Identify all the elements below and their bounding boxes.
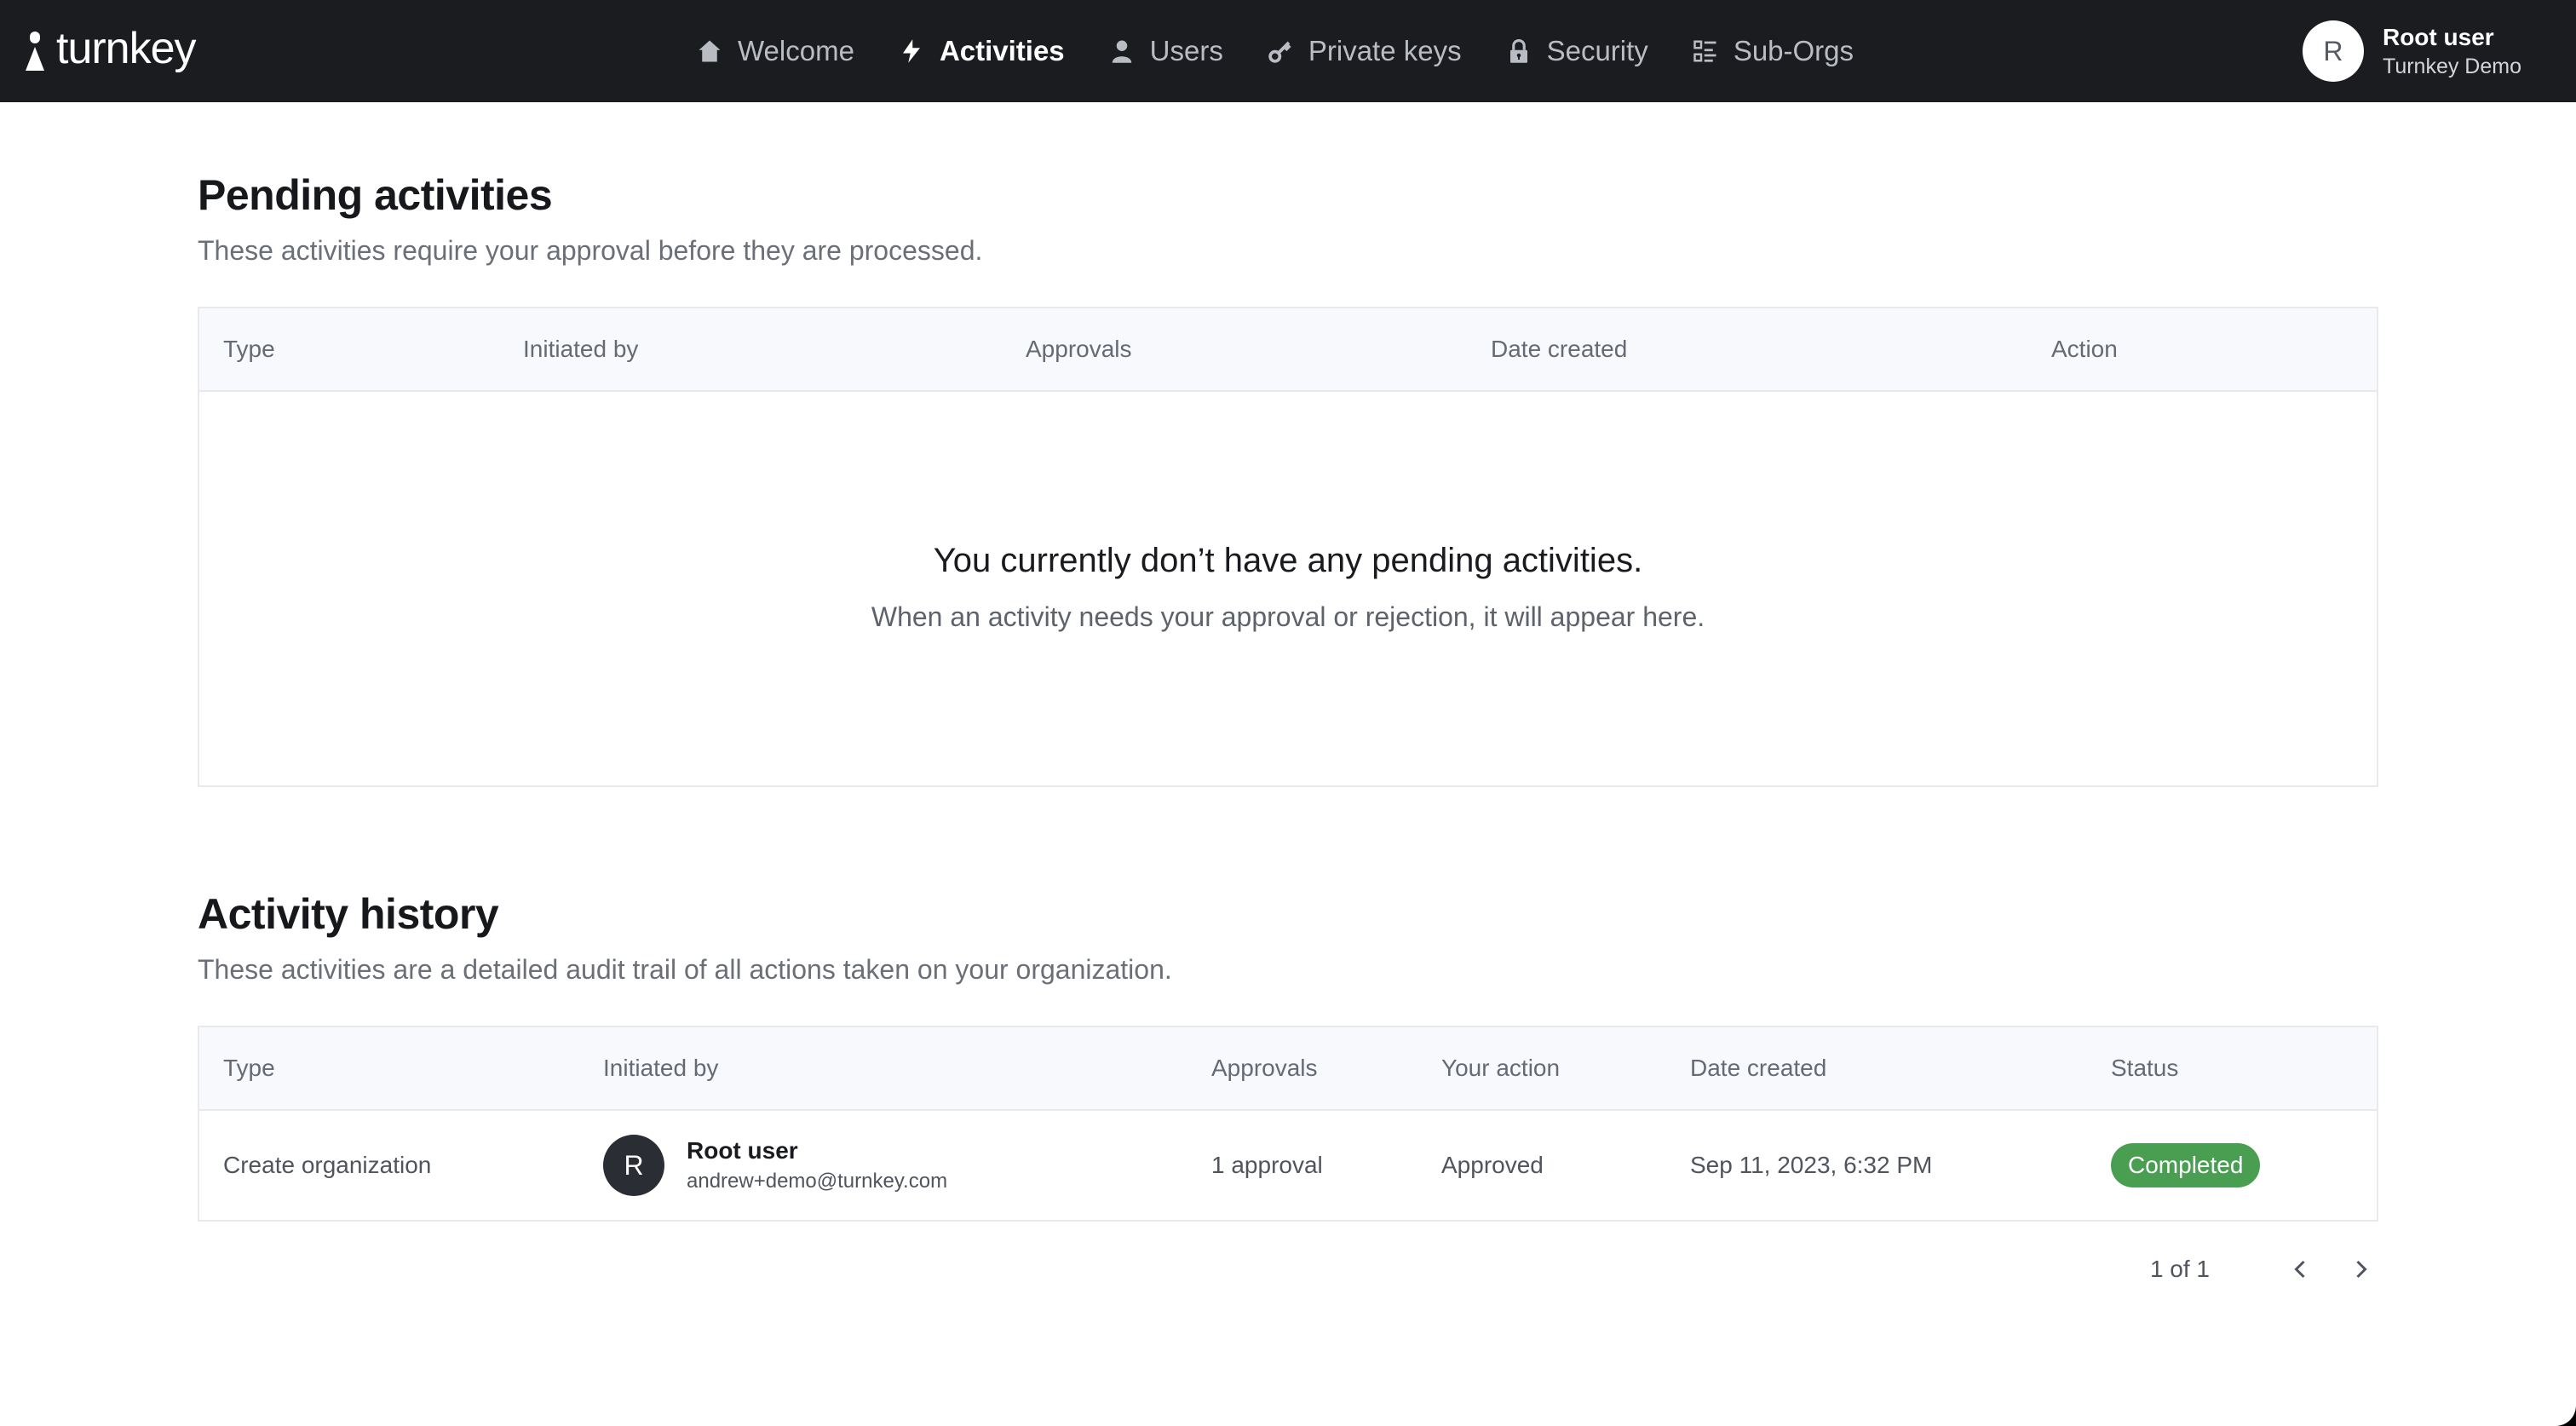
cell-type: Create organization — [223, 1152, 432, 1178]
column-header-approvals: Approvals — [1026, 336, 1132, 362]
cell-your-action: Approved — [1441, 1152, 1544, 1178]
chevron-right-icon — [2356, 1260, 2367, 1279]
nav-item-sub-orgs[interactable]: Sub-Orgs — [1693, 35, 1854, 67]
next-page-button[interactable] — [2344, 1252, 2378, 1286]
nav-item-label: Activities — [939, 35, 1065, 66]
initiator-name: Root user — [687, 1137, 798, 1164]
pending-subtitle: These activities require your approval b… — [198, 235, 983, 266]
pending-table: Type Initiated by Approvals Date created… — [198, 307, 2378, 787]
lightning-icon — [899, 37, 924, 65]
home-icon — [697, 37, 722, 65]
avatar: R — [2302, 20, 2364, 82]
cell-initiated-by: R Root user andrew+demo@turnkey.com — [603, 1111, 947, 1220]
nav-item-label: Private keys — [1308, 35, 1462, 66]
column-header-your-action: Your action — [1441, 1055, 1561, 1081]
column-header-type: Type — [223, 1055, 275, 1081]
column-header-status: Status — [2111, 1055, 2179, 1081]
history-subtitle: These activities are a detailed audit tr… — [198, 954, 1172, 985]
account-menu[interactable]: R Root user Turnkey Demo — [2302, 19, 2521, 83]
key-icon — [1268, 37, 1293, 65]
chevron-left-icon — [2294, 1260, 2305, 1279]
user-icon — [1109, 37, 1135, 65]
nav-item-label: Sub-Orgs — [1733, 35, 1854, 66]
history-table: Type Initiated by Approvals Your action … — [198, 1026, 2378, 1222]
lock-icon — [1506, 37, 1532, 65]
cell-approvals: 1 approval — [1211, 1152, 1323, 1178]
status-badge: Completed — [2111, 1143, 2261, 1187]
turnkey-logo-icon — [26, 32, 44, 71]
nav-item-activities[interactable]: Activities — [899, 35, 1065, 67]
pagination-label: 1 of 1 — [2149, 1256, 2210, 1282]
empty-state-subtitle: When an activity needs your approval or … — [871, 601, 1705, 632]
nav-item-label: Security — [1546, 35, 1648, 66]
previous-page-button[interactable] — [2283, 1252, 2317, 1286]
pending-table-header: Type Initiated by Approvals Date created… — [199, 308, 2377, 392]
account-organization: Turnkey Demo — [2382, 54, 2521, 78]
column-header-initiated-by: Initiated by — [523, 336, 639, 362]
nav-item-label: Welcome — [738, 35, 854, 66]
main-nav: Welcome Activities Users Private keys Se… — [697, 0, 1854, 102]
nav-item-security[interactable]: Security — [1506, 35, 1648, 67]
activity-history-section: Activity history These activities are a … — [198, 889, 2378, 1222]
column-header-initiated-by: Initiated by — [603, 1055, 719, 1081]
nav-item-label: Users — [1149, 35, 1223, 66]
account-text: Root user Turnkey Demo — [2383, 24, 2521, 79]
column-header-date-created: Date created — [1690, 1055, 1827, 1081]
pending-title: Pending activities — [198, 171, 553, 219]
history-table-header: Type Initiated by Approvals Your action … — [199, 1027, 2377, 1111]
avatar: R — [603, 1135, 664, 1196]
list-icon — [1693, 37, 1718, 65]
initiator-email: andrew+demo@turnkey.com — [687, 1170, 948, 1193]
nav-item-private-keys[interactable]: Private keys — [1268, 35, 1462, 67]
pending-empty-state: You currently don’t have any pending act… — [199, 392, 2377, 785]
column-header-approvals: Approvals — [1211, 1055, 1318, 1081]
turnkey-logo[interactable]: turnkey — [26, 24, 197, 77]
pagination: 1 of 1 — [2150, 1252, 2378, 1286]
logo-text: turnkey — [56, 24, 197, 73]
nav-item-users[interactable]: Users — [1109, 35, 1223, 67]
window-corner — [2556, 1406, 2576, 1426]
table-row[interactable]: Create organization R Root user andrew+d… — [199, 1111, 2377, 1220]
cell-date-created: Sep 11, 2023, 6:32 PM — [1690, 1152, 1933, 1178]
column-header-date-created: Date created — [1491, 336, 1628, 362]
pending-activities-section: Pending activities These activities requ… — [198, 170, 2378, 787]
cell-status: Completed — [2111, 1111, 2261, 1220]
empty-state-title: You currently don’t have any pending act… — [933, 542, 1643, 579]
account-name: Root user — [2382, 23, 2494, 50]
column-header-type: Type — [223, 336, 275, 362]
initiator-text: Root user andrew+demo@turnkey.com — [687, 1137, 947, 1193]
column-header-action: Action — [2051, 336, 2118, 362]
nav-item-welcome[interactable]: Welcome — [697, 35, 854, 67]
history-title: Activity history — [198, 890, 499, 938]
top-navigation-bar: turnkey Welcome Activities Users Private… — [0, 0, 2576, 102]
